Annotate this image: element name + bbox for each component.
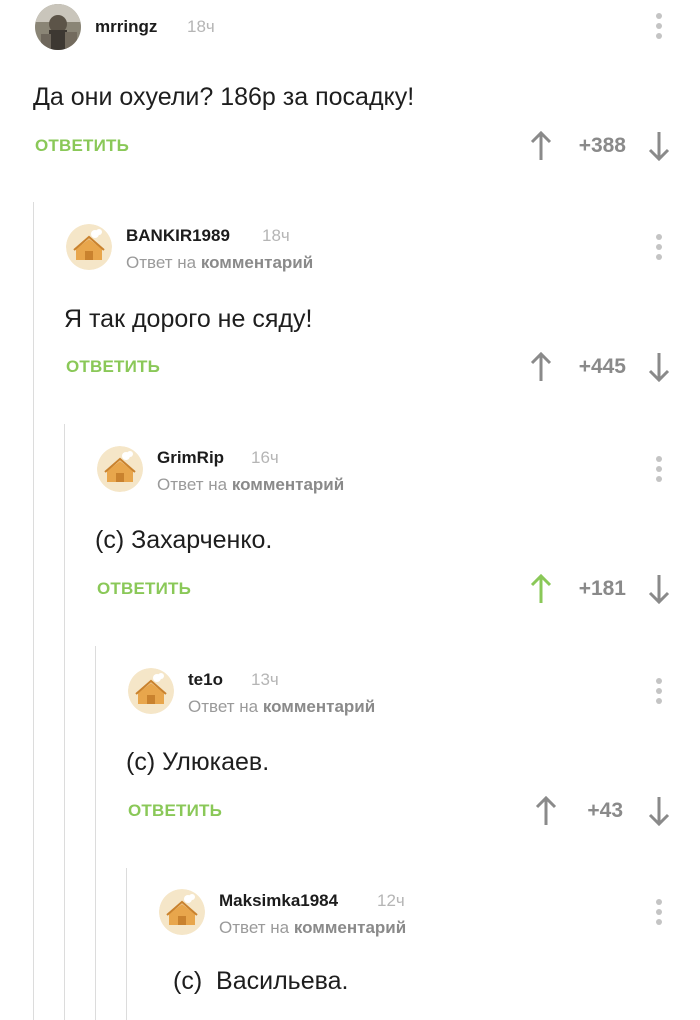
reply-to-line: Ответ на комментарий — [219, 918, 406, 938]
more-options-icon[interactable] — [655, 899, 663, 929]
username[interactable]: Maksimka1984 — [219, 891, 338, 911]
avatar[interactable] — [159, 889, 205, 935]
timestamp: 12ч — [377, 891, 405, 910]
comment: Maksimka1984 12ч Ответ на комментарий (с… — [0, 0, 700, 1020]
house-avatar-icon — [159, 889, 205, 935]
reply-to-prefix: Ответ на — [219, 918, 290, 937]
reply-to-link[interactable]: комментарий — [294, 918, 406, 937]
comment-text: (с) Васильева. — [173, 967, 349, 995]
